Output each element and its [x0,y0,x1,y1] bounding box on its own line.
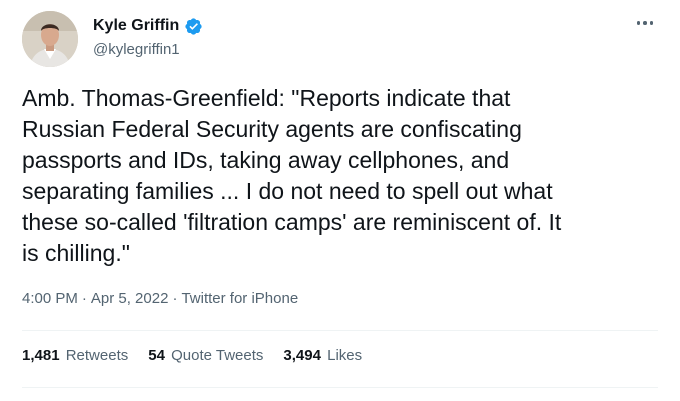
likes-count: 3,494 [283,347,321,364]
likes-stat[interactable]: 3,494 Likes [283,347,362,364]
tweet-text-line: Amb. Thomas-Greenfield: "Reports indicat… [22,85,511,111]
tweet-card: Kyle Griffin @kylegriffin1 Amb. Thomas-G… [0,0,680,401]
meta-separator: · [172,290,178,307]
more-dot [649,21,654,25]
tweet-source[interactable]: Twitter for iPhone [181,290,298,307]
tweet-time[interactable]: 4:00 PM [22,290,78,307]
retweets-label: Retweets [65,347,129,364]
tweet-text: Amb. Thomas-Greenfield: "Reports indicat… [22,83,662,269]
tweet-meta: 4:00 PM · Apr 5, 2022 · Twitter for iPhone [22,290,298,307]
tweet-text-line: passports and IDs, taking away cellphone… [22,147,510,173]
tweet-stats: 1,481 Retweets 54 Quote Tweets 3,494 Lik… [22,347,382,364]
tweet-date[interactable]: Apr 5, 2022 [91,290,169,307]
divider [22,387,658,388]
likes-label: Likes [327,347,363,364]
more-options-icon[interactable] [633,15,657,31]
retweets-stat[interactable]: 1,481 Retweets [22,347,128,364]
divider [22,330,658,331]
author-block: Kyle Griffin @kylegriffin1 [93,15,203,58]
avatar-photo [22,11,78,67]
tweet-text-line: is chilling." [22,240,130,266]
quote-tweets-count: 54 [148,347,165,364]
quote-tweets-label: Quote Tweets [171,347,264,364]
verified-badge-icon [184,17,203,36]
more-dot [643,21,647,25]
tweet-text-line: these so-called 'filtration camps' are r… [22,209,562,235]
more-dot [636,21,641,25]
author-display-name[interactable]: Kyle Griffin [93,17,179,35]
avatar[interactable] [22,11,78,67]
meta-separator: · [81,290,87,307]
tweet-text-line: separating families ... I do not need to… [22,178,553,204]
author-handle[interactable]: @kylegriffin1 [93,41,203,58]
tweet-text-line: Russian Federal Security agents are conf… [22,116,522,142]
quote-tweets-stat[interactable]: 54 Quote Tweets [148,347,263,364]
name-row: Kyle Griffin [93,15,203,37]
retweets-count: 1,481 [22,347,60,364]
